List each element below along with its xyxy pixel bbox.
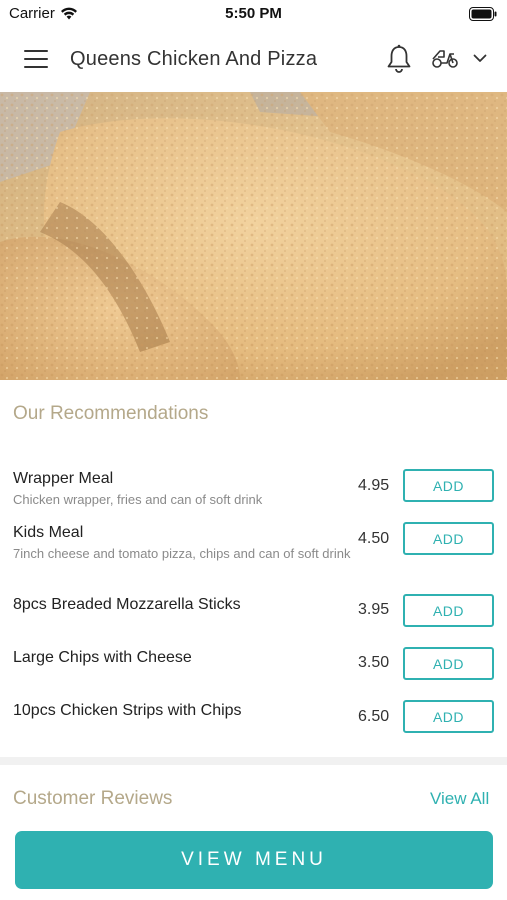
item-name: Kids Meal	[13, 524, 84, 541]
status-bar: Carrier 5:50 PM	[0, 0, 507, 28]
chevron-down-icon[interactable]	[473, 54, 487, 63]
add-button[interactable]: ADD	[403, 594, 494, 627]
item-name: Large Chips with Cheese	[13, 649, 192, 666]
view-menu-button[interactable]: VIEW MENU	[15, 831, 493, 889]
item-name: 10pcs Chicken Strips with Chips	[13, 702, 242, 719]
reviews-heading: Customer Reviews	[13, 788, 173, 809]
view-all-reviews-link[interactable]: View All	[430, 789, 489, 809]
add-button[interactable]: ADD	[403, 647, 494, 680]
item-price: 6.50	[358, 708, 390, 725]
scooter-icon[interactable]	[430, 46, 460, 70]
restaurant-title: Queens Chicken And Pizza	[70, 48, 318, 70]
item-price: 3.95	[358, 601, 390, 618]
section-divider	[0, 757, 507, 765]
item-price: 4.50	[358, 530, 390, 547]
recommendations-heading: Our Recommendations	[13, 403, 209, 424]
hamburger-icon[interactable]	[24, 50, 48, 70]
add-button[interactable]: ADD	[403, 469, 494, 502]
add-button[interactable]: ADD	[403, 700, 494, 733]
status-time: 5:50 PM	[225, 5, 282, 22]
battery-icon	[469, 7, 497, 25]
item-description: 7inch cheese and tomato pizza, chips and…	[13, 546, 351, 561]
item-price: 3.50	[358, 654, 390, 671]
hero-image	[0, 92, 507, 380]
item-price: 4.95	[358, 477, 390, 494]
item-description: Chicken wrapper, fries and can of soft d…	[13, 492, 263, 507]
app-header: Queens Chicken And Pizza	[0, 28, 507, 92]
item-name: 8pcs Breaded Mozzarella Sticks	[13, 596, 241, 613]
add-button[interactable]: ADD	[403, 522, 494, 555]
bell-icon[interactable]	[385, 44, 413, 74]
item-name: Wrapper Meal	[13, 470, 114, 487]
